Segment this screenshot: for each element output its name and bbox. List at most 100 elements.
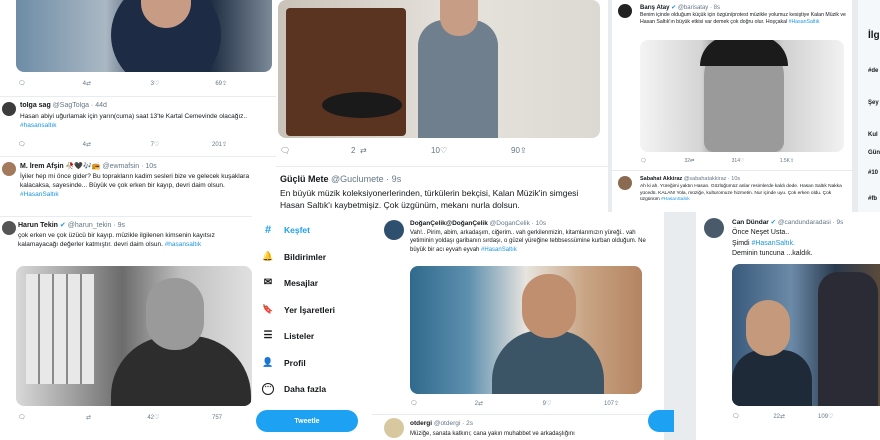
like-button[interactable]: ♡ 1.5K	[740, 158, 790, 164]
trend-item[interactable]: Şey	[868, 100, 879, 106]
divider	[612, 170, 852, 171]
retweet-button[interactable]: ⇄ 10	[360, 146, 440, 155]
retweet-icon: ⇄	[86, 142, 92, 148]
trend-item[interactable]: Gün	[868, 150, 880, 156]
avatar[interactable]	[2, 102, 16, 116]
share-button[interactable]: ⇪	[222, 80, 276, 87]
author-name[interactable]: Barış Atay	[640, 5, 669, 11]
divider	[0, 156, 276, 157]
retweet-button[interactable]: ⇄ 9	[478, 400, 546, 408]
avatar[interactable]	[2, 162, 16, 176]
avatar[interactable]	[618, 176, 632, 190]
nav-item-notifications[interactable]: 🔔 Bildirimler	[262, 251, 326, 262]
like-button[interactable]: ♡ 201	[154, 141, 222, 149]
reply-button[interactable]: 🗨 22	[732, 413, 780, 421]
avatar[interactable]	[704, 218, 724, 238]
emoji-string: 🥀🖤🎶📻	[65, 163, 101, 170]
reply-icon: 🗨	[18, 142, 26, 148]
author-handle[interactable]: @ewmafsin · 10s	[102, 163, 156, 170]
retweet-button[interactable]: ⇄ 314	[690, 158, 740, 164]
nav-item-lists[interactable]: ☰ Listeler	[262, 330, 315, 341]
like-button[interactable]: ♡ 90	[440, 146, 520, 155]
reply-button[interactable]: 🗨 2	[410, 400, 478, 408]
tweet-photo[interactable]	[640, 40, 844, 152]
author-name[interactable]: Can Dündar	[732, 219, 769, 226]
trend-item[interactable]: #de	[868, 68, 878, 74]
person-shape	[818, 272, 878, 406]
retweet-button[interactable]: ⇄ 3	[86, 80, 154, 88]
share-button[interactable]: ⇪	[790, 158, 852, 164]
verified-icon: ✔	[671, 5, 677, 11]
tweet-photo[interactable]	[732, 264, 880, 406]
author-name[interactable]: M. İrem Afşin	[20, 163, 64, 170]
avatar[interactable]	[618, 4, 632, 18]
reply-icon: 🗨	[640, 158, 647, 164]
retweet-button[interactable]: ⇄ 42	[86, 414, 154, 422]
avatar[interactable]	[384, 418, 404, 438]
author-handle[interactable]: @candundaradasi · 9s	[778, 219, 844, 226]
trends-sidebar: İlg #de Şey Kul Gün #10 #fb	[858, 0, 880, 212]
author-name[interactable]: DoğanÇelik@DoğanÇelik	[410, 220, 488, 227]
tweet-photo[interactable]	[410, 266, 642, 394]
heart-icon: ♡	[440, 146, 448, 155]
hashtag-link[interactable]: #HasanSaltık	[661, 197, 690, 202]
retweet-button[interactable]: ⇄ 109	[780, 413, 828, 421]
share-button[interactable]: ⇪	[614, 400, 664, 407]
trend-item[interactable]: #10	[868, 170, 878, 176]
author-handle[interactable]: @barisatay · 8s	[678, 5, 720, 11]
avatar[interactable]	[384, 220, 404, 240]
author-handle[interactable]: @sabahatakkiraz · 10s	[684, 176, 740, 182]
like-button[interactable]: ♡ 69	[154, 80, 222, 88]
share-button[interactable]: ⇪	[222, 141, 276, 148]
trend-item[interactable]: Kul	[868, 132, 878, 138]
hashtag-link[interactable]: #hasansaltık	[20, 122, 57, 129]
retweet-icon: ⇄	[478, 401, 484, 407]
navigation-menu: # Keşfet 🔔 Bildirimler ✉ Mesajlar 🔖 Yer …	[252, 212, 370, 440]
retweet-button[interactable]: ⇄ 7	[86, 141, 154, 149]
tweet-photo[interactable]	[16, 0, 272, 72]
reply-button[interactable]: 🗨 2	[280, 146, 360, 155]
author-name[interactable]: Sabahat Akkiraz	[640, 176, 682, 182]
tweet-header: Can Dündar ✔ @candundaradasi · 9s	[732, 218, 843, 226]
tweet-compose-button[interactable]: Tweetle	[256, 410, 358, 432]
share-icon: ⇪	[520, 146, 527, 155]
avatar[interactable]	[2, 221, 16, 235]
tweet-photo[interactable]	[16, 266, 252, 406]
author-name[interactable]: Güçlü Mete	[280, 174, 329, 184]
trend-item[interactable]: #fb	[868, 196, 877, 202]
like-button[interactable]: ♡ 757	[154, 414, 222, 422]
nav-item-bookmarks[interactable]: 🔖 Yer İşaretleri	[262, 304, 335, 315]
tweet-actions: 🗨 4 ⇄ 3 ♡ 69 ⇪	[18, 80, 276, 88]
author-handle[interactable]: @SagTolga · 44d	[53, 102, 107, 109]
author-name[interactable]: otdergi	[410, 420, 432, 427]
reply-button[interactable]: 🗨 4	[18, 80, 86, 88]
author-name[interactable]: Harun Tekin	[18, 222, 58, 229]
tweet-actions: 🗨 22 ⇄ 109 ♡	[732, 413, 868, 421]
author-handle[interactable]: @otdergi · 2s	[434, 420, 473, 427]
hashtag-link[interactable]: #hasansaltık	[165, 241, 202, 248]
author-handle[interactable]: @harun_tekin · 9s	[68, 222, 125, 229]
reply-button[interactable]: 🗨 32	[640, 158, 690, 164]
reply-button[interactable]: 🗨	[18, 414, 86, 421]
nav-item-profile[interactable]: 👤 Profil	[262, 357, 305, 368]
author-handle[interactable]: @Guclumete · 9s	[331, 174, 401, 184]
tweet-actions: 🗨 4 ⇄ 7 ♡ 201 ⇪	[18, 141, 276, 149]
nav-item-more[interactable]: ⋯ Daha fazla	[262, 383, 326, 395]
tweet-text: İyiler hep mi önce gider? Bu toprakların…	[20, 173, 250, 199]
hashtag-link[interactable]: #HasanSaltık	[20, 191, 59, 198]
hashtag-link[interactable]: #HasanSaltık	[481, 247, 517, 253]
hashtag-link[interactable]: #HasanSaltık	[789, 19, 820, 25]
retweet-icon: ⇄	[690, 158, 695, 164]
author-name[interactable]: tolga sag	[20, 102, 51, 109]
reply-button[interactable]: 🗨 4	[18, 141, 86, 149]
tweet-photo[interactable]	[278, 0, 600, 138]
nav-item-messages[interactable]: ✉ Mesajlar	[262, 277, 318, 288]
share-button[interactable]: ⇪	[520, 146, 588, 155]
compose-fab[interactable]	[648, 410, 674, 432]
nav-item-explore[interactable]: # Keşfet	[262, 224, 310, 236]
face-shape	[440, 0, 478, 36]
like-button[interactable]: ♡ 107	[546, 400, 614, 408]
like-button[interactable]: ♡	[828, 413, 868, 420]
author-handle[interactable]: @DoganCelik · 10s	[490, 220, 546, 227]
hashtag-link[interactable]: #HasanSaltık.	[751, 240, 795, 247]
